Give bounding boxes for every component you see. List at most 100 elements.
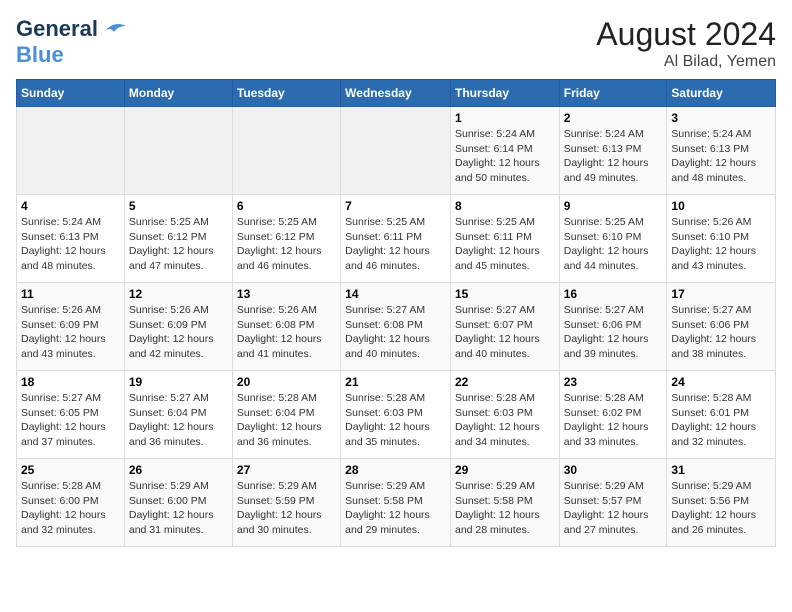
day-number: 19 xyxy=(129,375,228,389)
day-info: Sunrise: 5:27 AMSunset: 6:08 PMDaylight:… xyxy=(345,303,446,362)
calendar-cell: 6Sunrise: 5:25 AMSunset: 6:12 PMDaylight… xyxy=(232,195,340,283)
day-info: Sunrise: 5:24 AMSunset: 6:13 PMDaylight:… xyxy=(21,215,120,274)
day-info: Sunrise: 5:26 AMSunset: 6:09 PMDaylight:… xyxy=(129,303,228,362)
calendar-cell: 3 Sunrise: 5:24 AMSunset: 6:13 PMDaylight… xyxy=(667,107,776,195)
calendar-cell: 1Sunrise: 5:24 AMSunset: 6:14 PMDaylight… xyxy=(450,107,559,195)
day-number: 13 xyxy=(237,287,336,301)
day-number: 25 xyxy=(21,463,120,477)
day-info: Sunrise: 5:25 AMSunset: 6:11 PMDaylight:… xyxy=(345,215,446,274)
day-number: 29 xyxy=(455,463,555,477)
day-info: Sunrise: 5:29 AMSunset: 5:56 PMDaylight:… xyxy=(671,479,771,538)
day-number: 15 xyxy=(455,287,555,301)
calendar-cell: 31 Sunrise: 5:29 AMSunset: 5:56 PMDayligh… xyxy=(667,459,776,547)
calendar-cell: 8 Sunrise: 5:25 AMSunset: 6:11 PMDaylight… xyxy=(450,195,559,283)
header-sunday: Sunday xyxy=(17,80,125,107)
calendar-cell: 12 Sunrise: 5:26 AMSunset: 6:09 PMDayligh… xyxy=(124,283,232,371)
day-info: Sunrise: 5:27 AMSunset: 6:05 PMDaylight:… xyxy=(21,391,120,450)
calendar-cell: 18Sunrise: 5:27 AMSunset: 6:05 PMDayligh… xyxy=(17,371,125,459)
page-header: General Blue August 2024 Al Bilad, Yemen xyxy=(16,16,776,71)
day-info: Sunrise: 5:27 AMSunset: 6:07 PMDaylight:… xyxy=(455,303,555,362)
calendar-subtitle: Al Bilad, Yemen xyxy=(596,53,776,71)
calendar-cell xyxy=(124,107,232,195)
calendar-cell: 7 Sunrise: 5:25 AMSunset: 6:11 PMDaylight… xyxy=(341,195,451,283)
title-block: August 2024 Al Bilad, Yemen xyxy=(596,16,776,71)
calendar-title: August 2024 xyxy=(596,16,776,53)
calendar-cell: 14Sunrise: 5:27 AMSunset: 6:08 PMDayligh… xyxy=(341,283,451,371)
calendar-cell: 23Sunrise: 5:28 AMSunset: 6:02 PMDayligh… xyxy=(559,371,667,459)
day-info: Sunrise: 5:26 AMSunset: 6:09 PMDaylight:… xyxy=(21,303,120,362)
day-number: 28 xyxy=(345,463,446,477)
day-info: Sunrise: 5:27 AMSunset: 6:04 PMDaylight:… xyxy=(129,391,228,450)
day-info: Sunrise: 5:25 AMSunset: 6:11 PMDaylight:… xyxy=(455,215,555,274)
header-thursday: Thursday xyxy=(450,80,559,107)
calendar-week-row: 25Sunrise: 5:28 AMSunset: 6:00 PMDayligh… xyxy=(17,459,776,547)
calendar-table: SundayMondayTuesdayWednesdayThursdayFrid… xyxy=(16,79,776,547)
calendar-cell: 22Sunrise: 5:28 AMSunset: 6:03 PMDayligh… xyxy=(450,371,559,459)
day-info: Sunrise: 5:28 AMSunset: 6:04 PMDaylight:… xyxy=(237,391,336,450)
calendar-cell: 27 Sunrise: 5:29 AMSunset: 5:59 PMDayligh… xyxy=(232,459,340,547)
calendar-cell: 28 Sunrise: 5:29 AMSunset: 5:58 PMDayligh… xyxy=(341,459,451,547)
calendar-cell: 11 Sunrise: 5:26 AMSunset: 6:09 PMDayligh… xyxy=(17,283,125,371)
day-number: 10 xyxy=(671,199,771,213)
calendar-cell: 26Sunrise: 5:29 AMSunset: 6:00 PMDayligh… xyxy=(124,459,232,547)
day-number: 1 xyxy=(455,111,555,125)
calendar-cell: 30 Sunrise: 5:29 AMSunset: 5:57 PMDayligh… xyxy=(559,459,667,547)
day-info: Sunrise: 5:24 AMSunset: 6:13 PMDaylight:… xyxy=(564,127,663,186)
day-info: Sunrise: 5:29 AMSunset: 5:57 PMDaylight:… xyxy=(564,479,663,538)
header-friday: Friday xyxy=(559,80,667,107)
header-monday: Monday xyxy=(124,80,232,107)
calendar-cell: 16Sunrise: 5:27 AMSunset: 6:06 PMDayligh… xyxy=(559,283,667,371)
logo-text-general: General xyxy=(16,16,98,42)
calendar-cell: 9 Sunrise: 5:25 AMSunset: 6:10 PMDaylight… xyxy=(559,195,667,283)
day-info: Sunrise: 5:29 AMSunset: 5:58 PMDaylight:… xyxy=(455,479,555,538)
day-info: Sunrise: 5:24 AMSunset: 6:13 PMDaylight:… xyxy=(671,127,771,186)
day-number: 9 xyxy=(564,199,663,213)
day-info: Sunrise: 5:25 AMSunset: 6:12 PMDaylight:… xyxy=(129,215,228,274)
calendar-week-row: 1Sunrise: 5:24 AMSunset: 6:14 PMDaylight… xyxy=(17,107,776,195)
day-number: 12 xyxy=(129,287,228,301)
calendar-cell: 20Sunrise: 5:28 AMSunset: 6:04 PMDayligh… xyxy=(232,371,340,459)
calendar-cell: 15 Sunrise: 5:27 AMSunset: 6:07 PMDayligh… xyxy=(450,283,559,371)
calendar-cell: 17 Sunrise: 5:27 AMSunset: 6:06 PMDayligh… xyxy=(667,283,776,371)
day-number: 30 xyxy=(564,463,663,477)
logo: General Blue xyxy=(16,16,128,68)
calendar-cell xyxy=(17,107,125,195)
day-number: 24 xyxy=(671,375,771,389)
calendar-cell xyxy=(232,107,340,195)
day-number: 8 xyxy=(455,199,555,213)
logo-bird-icon xyxy=(100,18,128,40)
calendar-cell: 5Sunrise: 5:25 AMSunset: 6:12 PMDaylight… xyxy=(124,195,232,283)
calendar-cell: 10 Sunrise: 5:26 AMSunset: 6:10 PMDayligh… xyxy=(667,195,776,283)
calendar-cell: 25Sunrise: 5:28 AMSunset: 6:00 PMDayligh… xyxy=(17,459,125,547)
day-number: 26 xyxy=(129,463,228,477)
calendar-cell: 2Sunrise: 5:24 AMSunset: 6:13 PMDaylight… xyxy=(559,107,667,195)
logo-text-blue: Blue xyxy=(16,42,64,68)
day-number: 11 xyxy=(21,287,120,301)
header-tuesday: Tuesday xyxy=(232,80,340,107)
calendar-cell xyxy=(341,107,451,195)
header-wednesday: Wednesday xyxy=(341,80,451,107)
day-number: 27 xyxy=(237,463,336,477)
day-number: 6 xyxy=(237,199,336,213)
calendar-week-row: 11 Sunrise: 5:26 AMSunset: 6:09 PMDayligh… xyxy=(17,283,776,371)
day-info: Sunrise: 5:29 AMSunset: 5:58 PMDaylight:… xyxy=(345,479,446,538)
calendar-cell: 4 Sunrise: 5:24 AMSunset: 6:13 PMDaylight… xyxy=(17,195,125,283)
header-saturday: Saturday xyxy=(667,80,776,107)
day-number: 4 xyxy=(21,199,120,213)
day-info: Sunrise: 5:25 AMSunset: 6:10 PMDaylight:… xyxy=(564,215,663,274)
day-info: Sunrise: 5:26 AMSunset: 6:08 PMDaylight:… xyxy=(237,303,336,362)
calendar-header-row: SundayMondayTuesdayWednesdayThursdayFrid… xyxy=(17,80,776,107)
day-info: Sunrise: 5:28 AMSunset: 6:03 PMDaylight:… xyxy=(345,391,446,450)
day-info: Sunrise: 5:29 AMSunset: 5:59 PMDaylight:… xyxy=(237,479,336,538)
day-number: 23 xyxy=(564,375,663,389)
day-number: 7 xyxy=(345,199,446,213)
day-number: 3 xyxy=(671,111,771,125)
calendar-cell: 24Sunrise: 5:28 AMSunset: 6:01 PMDayligh… xyxy=(667,371,776,459)
day-info: Sunrise: 5:27 AMSunset: 6:06 PMDaylight:… xyxy=(671,303,771,362)
calendar-week-row: 18Sunrise: 5:27 AMSunset: 6:05 PMDayligh… xyxy=(17,371,776,459)
day-info: Sunrise: 5:26 AMSunset: 6:10 PMDaylight:… xyxy=(671,215,771,274)
day-number: 31 xyxy=(671,463,771,477)
calendar-cell: 21Sunrise: 5:28 AMSunset: 6:03 PMDayligh… xyxy=(341,371,451,459)
calendar-cell: 29 Sunrise: 5:29 AMSunset: 5:58 PMDayligh… xyxy=(450,459,559,547)
day-number: 17 xyxy=(671,287,771,301)
